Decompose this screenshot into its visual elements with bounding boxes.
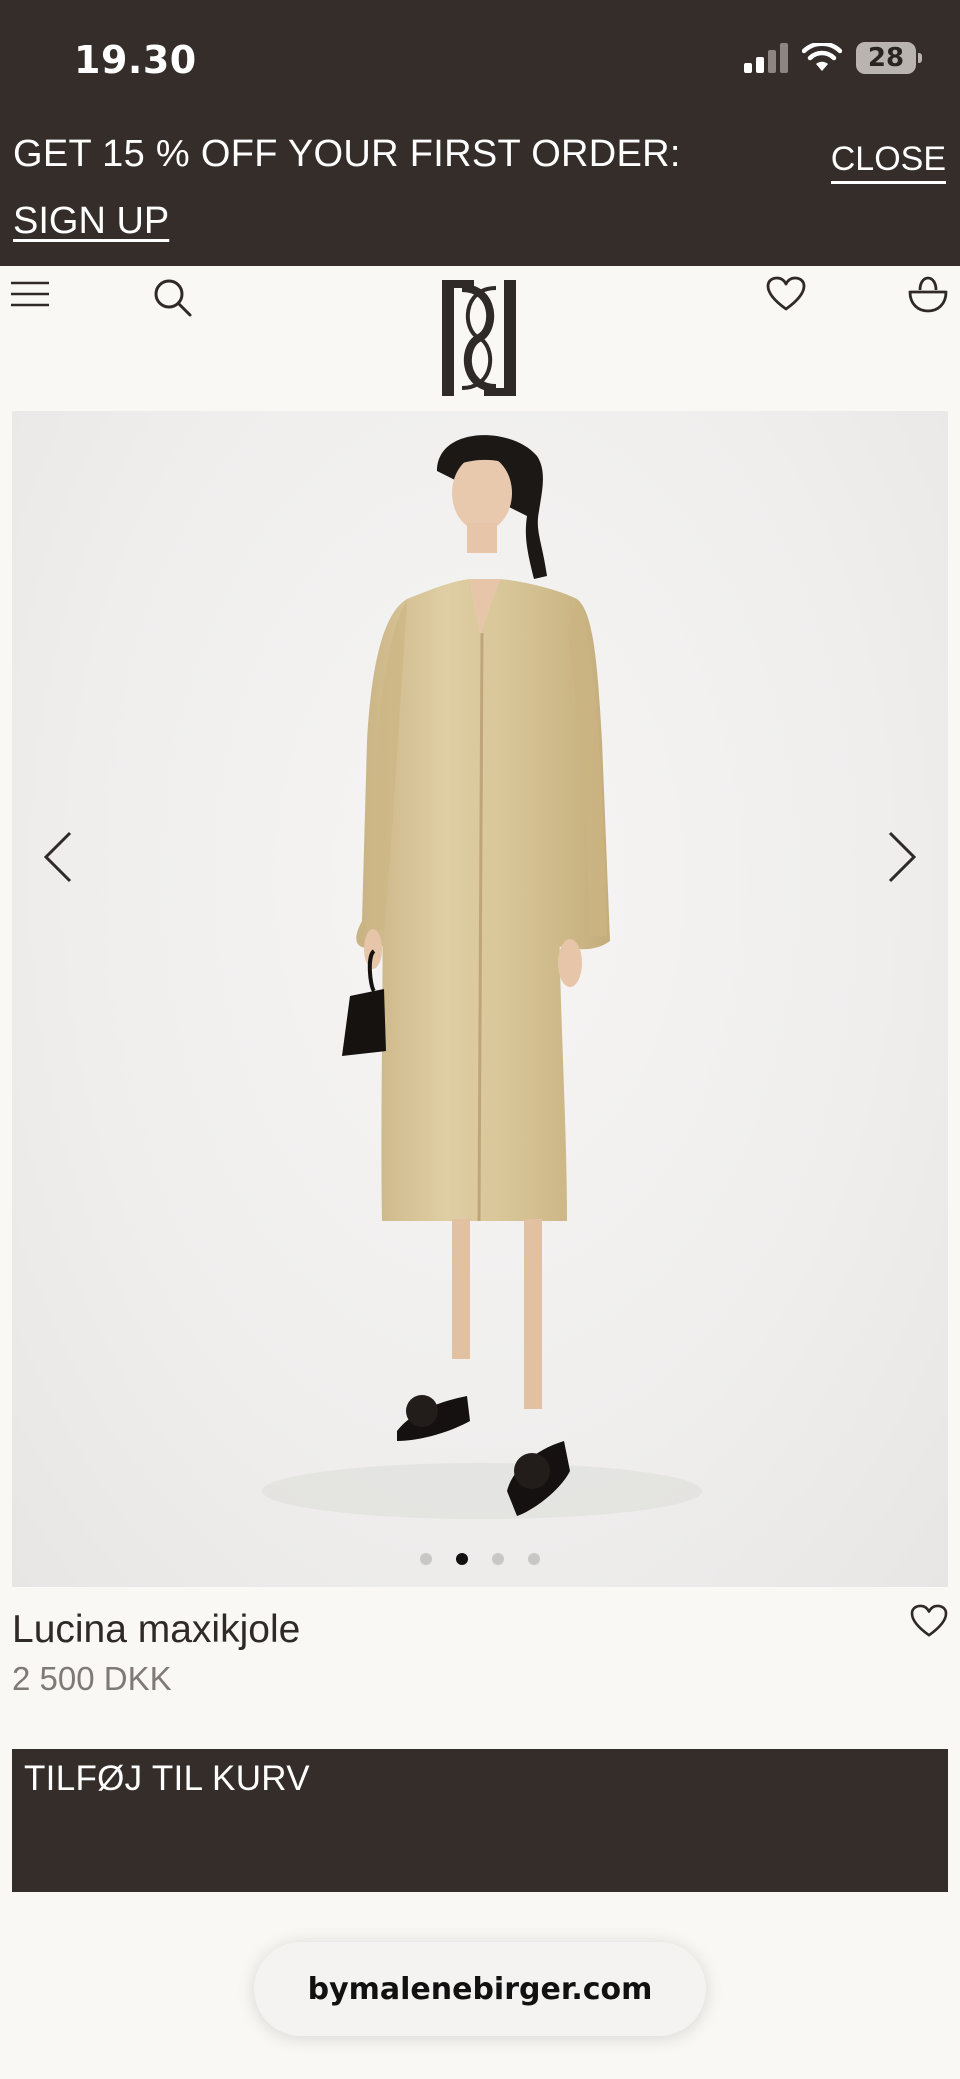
- menu-icon[interactable]: [10, 280, 50, 308]
- brand-logo[interactable]: [438, 280, 520, 396]
- product-photo: [262, 435, 702, 1519]
- browser-url-bar[interactable]: bymalenebirger.com: [254, 1942, 706, 2036]
- status-icons: 28: [744, 42, 922, 74]
- gallery-dot-4[interactable]: [528, 1553, 540, 1565]
- basket-icon[interactable]: [908, 276, 948, 314]
- gallery-dot-3[interactable]: [492, 1553, 504, 1565]
- url-text: bymalenebirger.com: [307, 1971, 653, 2007]
- wifi-icon: [802, 43, 842, 71]
- next-image-arrow-icon[interactable]: [886, 831, 918, 883]
- add-to-cart-label: TILFØJ TIL KURV: [24, 1759, 310, 1798]
- product-image-gallery[interactable]: [12, 411, 948, 1587]
- gallery-dot-1[interactable]: [420, 1553, 432, 1565]
- top-banner: 19.30 28 GET 15 % OFF YOUR FIRST ORDER: …: [0, 0, 960, 266]
- add-to-cart-button[interactable]: TILFØJ TIL KURV: [12, 1749, 948, 1892]
- battery-level: 28: [867, 43, 905, 73]
- wishlist-heart-icon[interactable]: [766, 276, 806, 312]
- promo-text: GET 15 % OFF YOUR FIRST ORDER:: [13, 133, 681, 175]
- search-icon[interactable]: [153, 278, 193, 318]
- header-nav: [0, 266, 960, 411]
- close-promo-button[interactable]: CLOSE: [830, 140, 946, 184]
- product-name: Lucina maxikjole: [12, 1608, 301, 1651]
- previous-image-arrow-icon[interactable]: [42, 831, 74, 883]
- battery-icon: 28: [856, 42, 922, 74]
- gallery-dot-2[interactable]: [456, 1553, 468, 1565]
- cellular-signal-icon: [744, 43, 788, 73]
- signup-link[interactable]: SIGN UP: [13, 200, 169, 243]
- product-price: 2 500 DKK: [12, 1660, 172, 1697]
- add-to-wishlist-heart-icon[interactable]: [910, 1604, 948, 1638]
- gallery-pagination: [420, 1553, 540, 1565]
- status-time: 19.30: [74, 38, 197, 82]
